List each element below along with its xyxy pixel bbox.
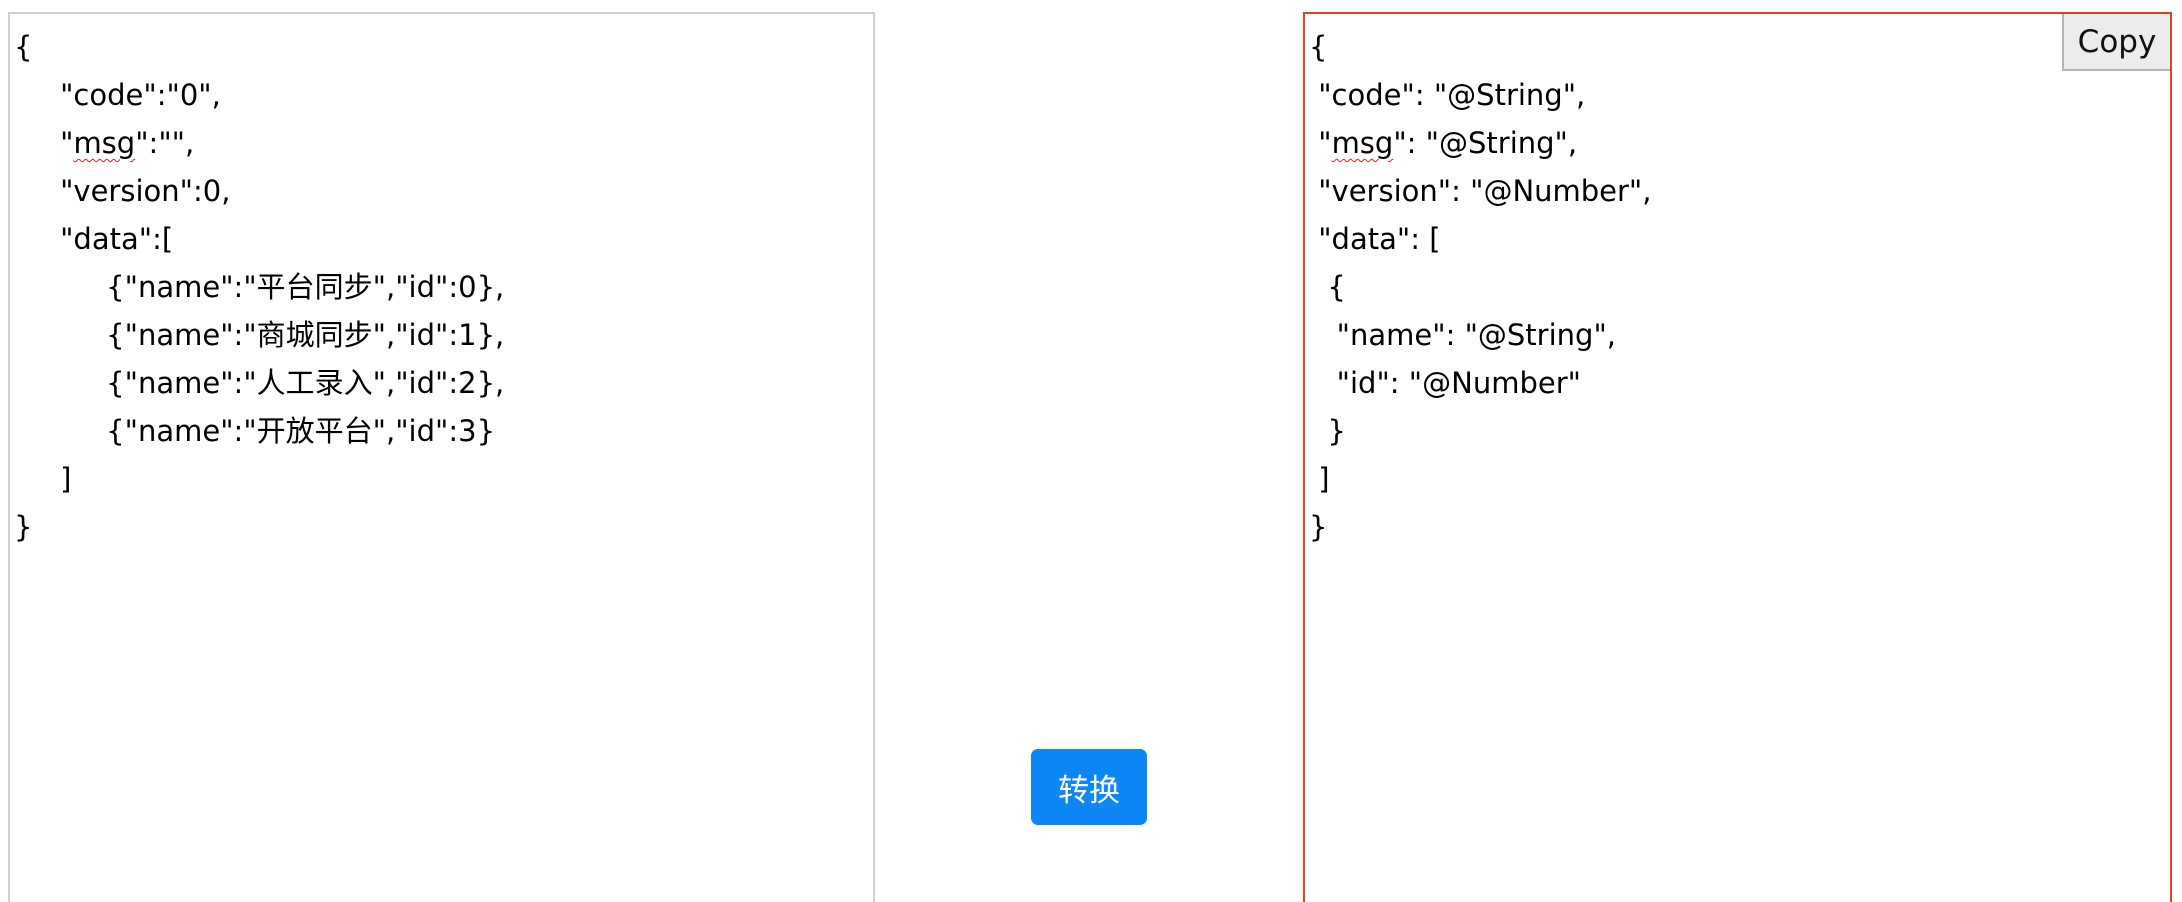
spellcheck-word: msg (1331, 126, 1394, 160)
code-line: {"name":"人工录入","id":2}, (14, 366, 505, 400)
indent: " (14, 126, 74, 160)
json-output-content: { "code": "@String", "msg": "@String", "… (1309, 23, 1652, 551)
code-line: "data":[ (14, 222, 174, 256)
code-line: { (14, 30, 33, 64)
code-line: "version": "@Number", (1309, 174, 1652, 208)
json-input-textarea[interactable]: { "code":"0", "msg":"", "version":0, "da… (8, 12, 875, 902)
spellcheck-word: msg (73, 126, 136, 160)
code-line: ] (1309, 462, 1330, 496)
code-line: {"name":"平台同步","id":0}, (14, 270, 505, 304)
code-rest: ":"", (135, 126, 195, 160)
code-line: {"name":"商城同步","id":1}, (14, 318, 505, 352)
code-line: { (1309, 270, 1346, 304)
code-line: "id": "@Number" (1309, 366, 1581, 400)
code-line: ] (14, 462, 72, 496)
code-line: "code": "@String", (1309, 78, 1586, 112)
json-output-textarea[interactable]: { "code": "@String", "msg": "@String", "… (1303, 12, 2172, 902)
code-line: { (1309, 30, 1328, 64)
code-line-msg: "msg": "@String", (1309, 119, 1652, 167)
code-line: "name": "@String", (1309, 318, 1617, 352)
code-line-msg: "msg":"", (14, 119, 504, 167)
code-rest: ": "@String", (1393, 126, 1578, 160)
code-line: } (1309, 414, 1346, 448)
code-line: "version":0, (14, 174, 231, 208)
indent: " (1309, 126, 1332, 160)
code-line: } (14, 510, 33, 544)
code-line: } (1309, 510, 1328, 544)
convert-button[interactable]: 转换 (1031, 749, 1147, 825)
copy-button[interactable]: Copy (2062, 14, 2170, 71)
json-input-content: { "code":"0", "msg":"", "version":0, "da… (14, 23, 504, 551)
code-line: {"name":"开放平台","id":3} (14, 414, 496, 448)
code-line: "data": [ (1309, 222, 1441, 256)
code-line: "code":"0", (14, 78, 221, 112)
